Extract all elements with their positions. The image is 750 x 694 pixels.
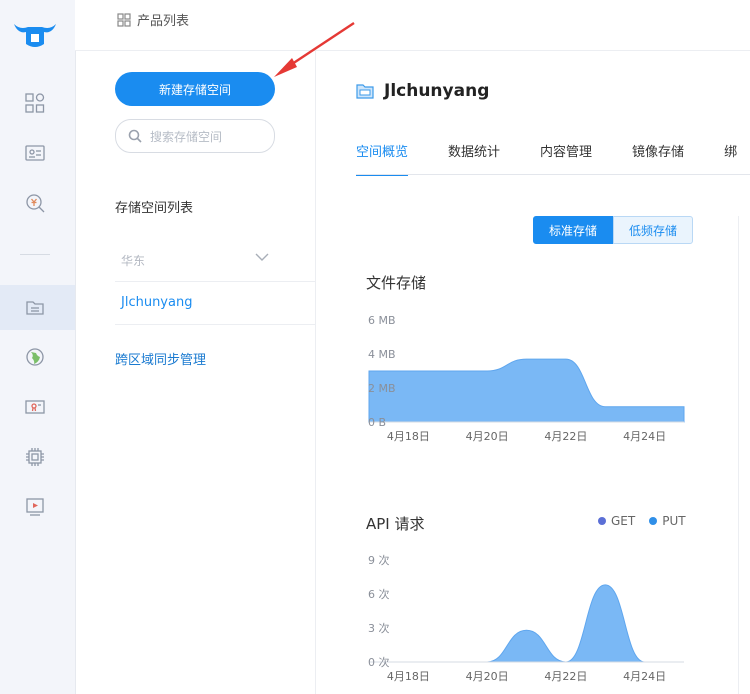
bucket-title-text: Jlchunyang [384, 81, 490, 101]
legend-get-dot [598, 517, 606, 525]
bucket-search[interactable] [115, 119, 275, 153]
cross-region-sync-link[interactable]: 跨区域同步管理 [115, 349, 206, 368]
tab-bar: 空间概览 数据统计 内容管理 镜像存储 绑 [356, 141, 750, 176]
new-bucket-button[interactable]: 新建存储空间 [115, 72, 275, 106]
api-x-tick-label: 4月20日 [466, 670, 509, 683]
tab-underline [356, 174, 750, 175]
legend-put[interactable]: PUT [649, 514, 686, 528]
storage-chart: 0 B 2 MB 4 MB 6 MB 4月18日 4月20日 4月22日 4月24日 [368, 314, 685, 443]
api-area-series[interactable] [368, 584, 684, 663]
api-y-tick-label: 3 次 [368, 621, 390, 635]
folder-icon [356, 84, 374, 99]
panel-divider [738, 216, 739, 694]
low-frequency-storage-button[interactable]: 低频存储 [613, 216, 694, 244]
search-input[interactable] [148, 126, 270, 148]
storage-x-tick-label: 4月18日 [387, 430, 430, 443]
search-icon [128, 129, 142, 143]
storage-icon[interactable] [24, 296, 46, 318]
api-y-tick-label: 9 次 [368, 553, 390, 567]
api-y-tick-label: 0 次 [368, 655, 390, 669]
api-x-tick-label: 4月24日 [623, 670, 666, 683]
storage-area-series[interactable] [368, 358, 685, 423]
main-content: Jlchunyang 空间概览 数据统计 内容管理 镜像存储 绑 标准存储 低频… [315, 51, 750, 694]
region-select[interactable]: 华东 [115, 235, 316, 282]
logo-icon[interactable] [12, 18, 58, 54]
storage-y-tick-label: 0 B [368, 416, 386, 429]
storage-y-tick-label: 4 MB [368, 348, 396, 361]
legend-get-label: GET [611, 514, 636, 528]
api-x-tick-label: 4月18日 [387, 670, 430, 683]
storage-type-toggle: 标准存储 低频存储 [533, 216, 694, 244]
certificate-icon[interactable] [24, 396, 46, 418]
icon-rail [0, 0, 76, 694]
rail-divider [20, 254, 50, 255]
id-card-icon[interactable] [24, 142, 46, 164]
bucket-list-title: 存储空间列表 [115, 201, 194, 216]
api-chart: 0 次 3 次 6 次 9 次 4月18日 4月20日 4月22日 4月24日 [368, 553, 684, 683]
tab-mirror[interactable]: 镜像存储 [632, 141, 684, 176]
storage-chart-title: 文件存储 [366, 274, 427, 292]
standard-storage-button[interactable]: 标准存储 [533, 216, 614, 244]
tab-overview[interactable]: 空间概览 [356, 141, 409, 176]
storage-x-tick-label: 4月22日 [544, 430, 587, 443]
api-chart-title: API 请求 [366, 515, 425, 533]
legend-get[interactable]: GET [598, 514, 635, 528]
legend-put-dot [649, 517, 658, 525]
globe-icon[interactable] [24, 346, 46, 368]
bucket-list-item[interactable]: Jlchunyang [115, 282, 316, 325]
chip-icon[interactable] [24, 446, 46, 468]
breadcrumb[interactable]: 产品列表 [117, 10, 189, 29]
video-icon[interactable] [24, 496, 46, 518]
storage-x-tick-label: 4月20日 [466, 430, 509, 443]
storage-y-tick-label: 2 MB [368, 382, 396, 395]
tab-binding[interactable]: 绑 [724, 141, 737, 176]
api-x-tick-label: 4月22日 [544, 670, 587, 683]
api-legend: GET PUT [598, 514, 686, 528]
storage-x-tick-label: 4月24日 [623, 430, 666, 443]
finance-icon[interactable] [24, 192, 46, 214]
api-y-tick-label: 6 次 [368, 587, 390, 601]
breadcrumb-label: 产品列表 [137, 14, 190, 29]
storage-y-tick-label: 6 MB [368, 314, 396, 327]
chevron-down-icon [255, 253, 269, 261]
bucket-title: Jlchunyang [356, 81, 489, 101]
region-label: 华东 [121, 254, 146, 268]
tab-content[interactable]: 内容管理 [540, 141, 592, 176]
top-bar: 产品列表 [75, 0, 750, 51]
grid-icon [117, 12, 131, 27]
products-grid-icon[interactable] [24, 92, 46, 114]
bucket-name: Jlchunyang [121, 295, 193, 310]
legend-put-label: PUT [662, 514, 686, 528]
bucket-sidebar: 新建存储空间 存储空间列表 华东 Jlchunyang 跨区域同步管理 [75, 51, 316, 694]
tab-statistics[interactable]: 数据统计 [448, 141, 500, 176]
